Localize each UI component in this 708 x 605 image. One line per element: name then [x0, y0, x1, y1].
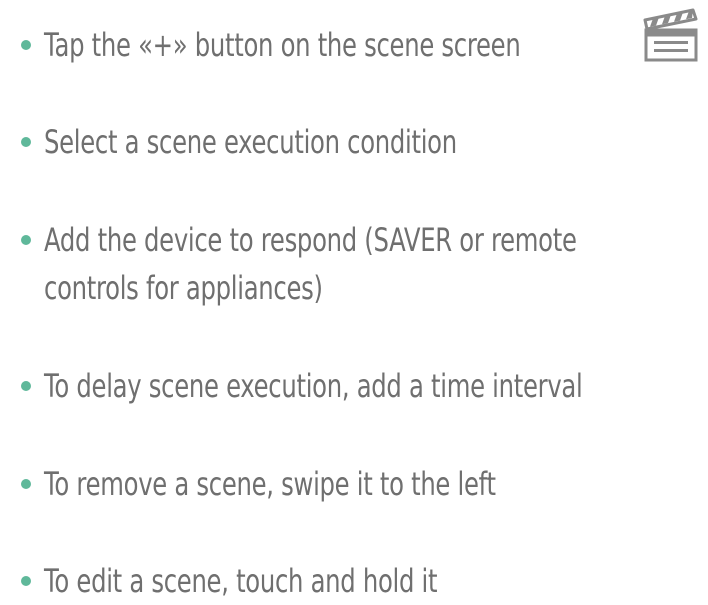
bullet-dot — [21, 576, 31, 586]
clapperboard-icon — [643, 8, 698, 62]
step-text: To delay scene execution, add a time int… — [44, 362, 698, 410]
bullet-dot — [21, 381, 31, 391]
step-line: Add the device to respond (SAVER or remo… — [44, 221, 577, 259]
step-line: To delay scene execution, add a time int… — [44, 367, 583, 405]
step-text: To edit a scene, touch and hold it — [44, 557, 698, 605]
step-text: Select a scene execution condition — [44, 118, 698, 166]
step-line: To remove a scene, swipe it to the left — [44, 465, 496, 503]
step-text: Tap the «+» button on the scene screen — [44, 21, 698, 69]
bullet-dot — [21, 137, 31, 147]
step-text: Add the device to respond (SAVER or remo… — [44, 216, 698, 312]
bullet-dot — [21, 479, 31, 489]
step-line: controls for appliances) — [44, 269, 323, 307]
step-line: To edit a scene, touch and hold it — [44, 562, 438, 600]
bullet-dot — [21, 235, 31, 245]
step-line: Select a scene execution condition — [44, 123, 457, 161]
bullet-dot — [21, 40, 31, 50]
step-text: To remove a scene, swipe it to the left — [44, 460, 698, 508]
step-line: Tap the «+» button on the scene screen — [44, 26, 521, 64]
